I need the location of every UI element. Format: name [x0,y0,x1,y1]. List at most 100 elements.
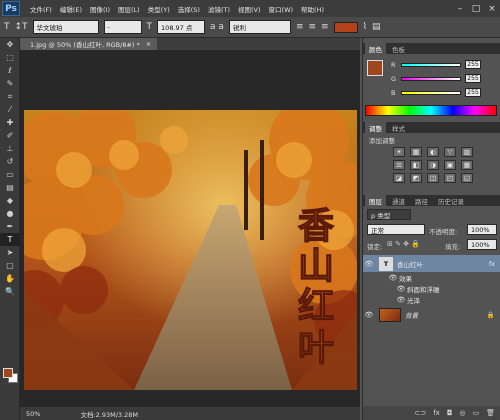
blend-mode-select[interactable]: 正常 [367,224,425,235]
blue-value[interactable]: 255 [465,88,481,97]
menu-select[interactable]: 选择(S) [174,4,204,14]
tab-swatches[interactable]: 色板 [388,44,409,54]
tab-channels[interactable]: 通道 [388,196,409,206]
threshold-icon[interactable]: ◫ [427,173,439,183]
pen-tool[interactable]: ✒ [0,220,20,233]
red-value[interactable]: 255 [465,60,481,69]
layer-kind-filter[interactable]: p 类型 [367,209,411,220]
satin-eye-icon[interactable]: 👁 [395,296,407,304]
layer-name[interactable]: 香山红叶 [397,259,423,269]
add-style-icon[interactable]: fx [433,409,440,417]
zoom-level[interactable]: 50% [26,410,40,418]
type-tool[interactable]: T [0,233,20,246]
lasso-tool[interactable]: ℓ [0,64,20,77]
type-tool-preset-icon[interactable]: T [4,22,10,32]
green-value[interactable]: 255 [465,74,481,83]
align-right-icon[interactable]: ≡ [321,22,329,32]
autumn-forest-photo[interactable]: 香 山 红 叶 [24,110,357,390]
fx-icon[interactable]: fx [489,260,495,268]
tab-adjustments[interactable]: 调整 [365,122,386,133]
exposure-icon[interactable]: ▽ [444,147,456,157]
align-left-icon[interactable]: ≡ [296,22,304,32]
canvas-area[interactable]: 香 山 红 叶 [20,50,360,407]
text-color-swatch[interactable] [333,21,358,33]
antialias-select[interactable]: 锐利 [228,20,291,34]
menu-view[interactable]: 视图(V) [234,4,265,14]
layer-row-background[interactable]: 👁 背景 🔒 [363,306,500,323]
brush-tool[interactable]: ✐ [0,129,20,142]
fill-field[interactable]: 100% [467,239,497,250]
link-layers-icon[interactable]: ⊂⊃ [414,409,426,417]
font-family-select[interactable]: 华文琥珀 [32,20,99,34]
blue-slider[interactable] [401,90,461,95]
path-select-tool[interactable]: ➤ [0,246,20,259]
menu-layer[interactable]: 图层(L) [114,4,144,14]
add-mask-icon[interactable]: ◘ [447,409,453,417]
new-adjustment-icon[interactable]: ◎ [459,409,465,417]
hand-tool[interactable]: ✋ [0,272,20,285]
marquee-tool[interactable]: ⬚ [0,51,20,64]
text-orientation-icon[interactable]: ↕T [15,22,28,32]
invert-icon[interactable]: ◪ [393,173,405,183]
eraser-tool[interactable]: ▭ [0,168,20,181]
shape-tool[interactable]: ▢ [0,259,20,272]
channel-mixer-icon[interactable]: ▦ [461,160,473,170]
dodge-tool[interactable]: ● [0,207,20,220]
current-color-swatch[interactable] [367,60,383,76]
menu-image[interactable]: 图像(I) [86,4,114,14]
stamp-tool[interactable]: ⊥ [0,142,20,155]
crop-tool[interactable]: ⌗ [0,90,20,103]
color-balance-icon[interactable]: ◧ [410,160,422,170]
gradient-map-icon[interactable]: ◰ [444,173,456,183]
eyedropper-tool[interactable]: ⁄ [0,103,20,116]
close-tab-icon[interactable]: × [146,40,151,48]
delete-layer-icon[interactable]: 🗑 [486,409,495,417]
effects-row[interactable]: 👁 效果 [363,272,500,283]
curves-icon[interactable]: ◐ [427,147,439,157]
quick-select-tool[interactable]: ✎ [0,77,20,90]
effects-eye-icon[interactable]: 👁 [387,274,399,282]
warp-text-icon[interactable]: ⌇ [363,22,367,32]
font-style-select[interactable]: - [103,20,142,34]
foreground-color[interactable] [3,368,13,378]
levels-icon[interactable]: ▦ [410,147,422,157]
tab-history[interactable]: 历史记录 [434,196,468,206]
photo-filter-icon[interactable]: ▣ [444,160,456,170]
tab-layers[interactable]: 图层 [365,195,386,206]
layer-row-text[interactable]: 👁 T 香山红叶 fx [363,255,500,272]
healing-tool[interactable]: ✚ [0,116,20,129]
tab-color[interactable]: 颜色 [365,43,386,54]
color-spectrum[interactable] [365,105,497,116]
selective-color-icon[interactable]: ◱ [461,173,473,183]
black-white-icon[interactable]: ◑ [427,160,439,170]
posterize-icon[interactable]: ◩ [410,173,422,183]
background-layer-name[interactable]: 背景 [405,310,418,320]
new-layer-icon[interactable]: ▭ [472,409,479,417]
gradient-tool[interactable]: ▤ [0,181,20,194]
effect-satin-row[interactable]: 👁 光泽 [363,294,500,305]
minimize-button[interactable]: – [452,2,468,16]
character-panel-icon[interactable]: ▤ [372,22,381,32]
red-slider[interactable] [401,62,461,67]
document-info[interactable]: 文档:2.93M/3.28M [80,409,138,419]
visibility-eye-icon[interactable]: 👁 [363,260,375,268]
maximize-button[interactable]: □ [468,2,484,16]
zoom-tool[interactable]: 🔍 [0,285,20,298]
tab-styles[interactable]: 样式 [388,123,409,133]
opacity-field[interactable]: 100% [467,224,497,235]
history-brush-tool[interactable]: ↺ [0,155,20,168]
menu-edit[interactable]: 编辑(E) [56,4,86,14]
bevel-eye-icon[interactable]: 👁 [395,285,407,293]
menu-window[interactable]: 窗口(W) [265,4,298,14]
lock-icons[interactable]: ⊞ ✎ ✥ 🔒 [387,240,420,248]
tab-paths[interactable]: 路径 [411,196,432,206]
hue-saturation-icon[interactable]: ⚖ [393,160,405,170]
document-tab[interactable]: 1.jpg @ 50% (香山红叶, RGB/8#) * × [20,38,158,50]
font-size-field[interactable]: 108.97 点 [157,20,206,34]
menu-filter[interactable]: 滤镜(T) [204,4,234,14]
menu-help[interactable]: 帮助(H) [297,4,328,14]
brightness-icon[interactable]: ☀ [393,147,405,157]
align-center-icon[interactable]: ≡ [309,22,317,32]
move-tool[interactable]: ✥ [0,38,20,51]
vibrance-icon[interactable]: ▨ [461,147,473,157]
